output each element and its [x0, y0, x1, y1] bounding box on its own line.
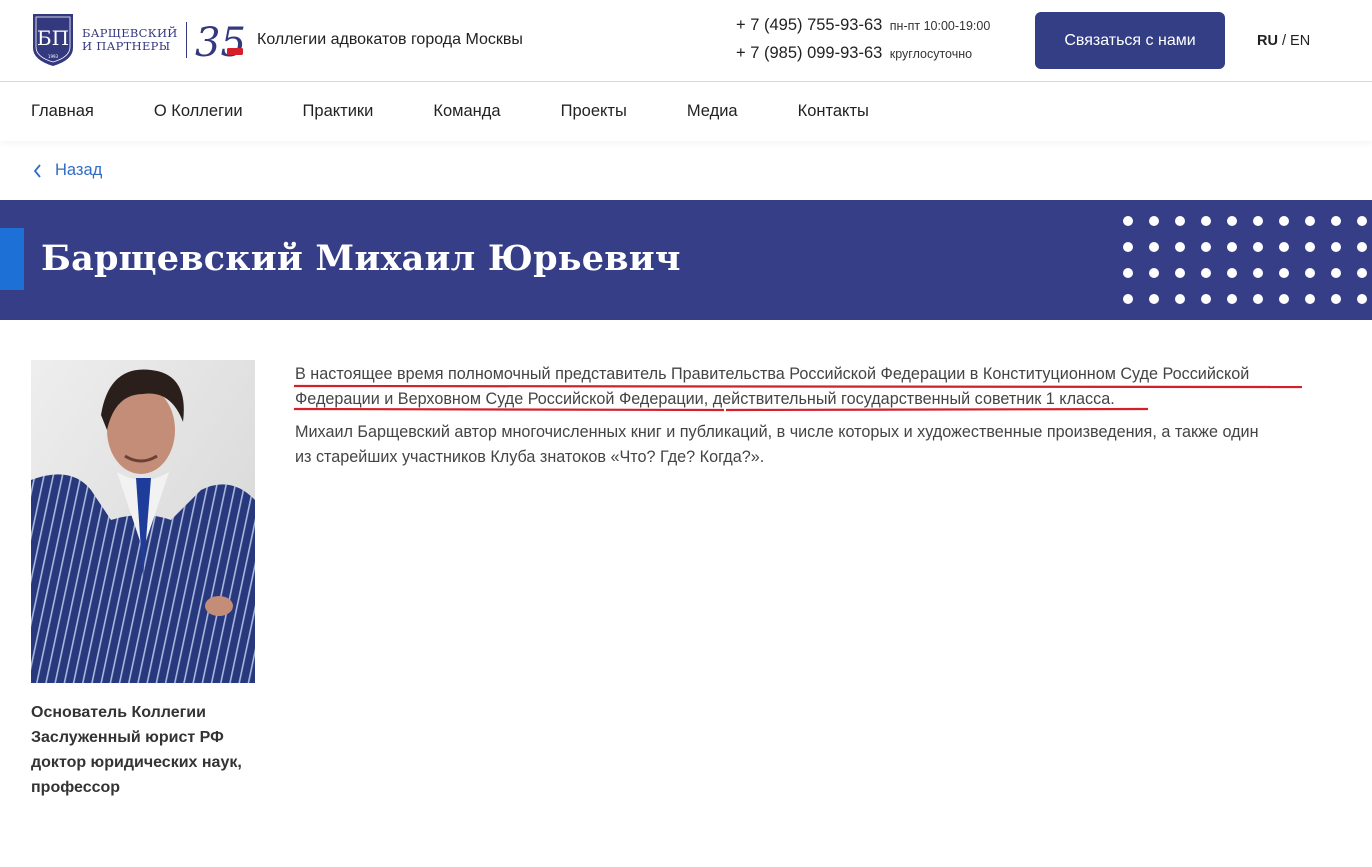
bio-paragraph-2: Михаил Барщевский автор многочисленных к… — [295, 420, 1320, 470]
banner-dot — [1279, 242, 1289, 252]
logo-monogram: БП — [37, 26, 69, 50]
caption-line: доктор юридических наук, — [31, 754, 242, 771]
nav-item-practices[interactable]: Практики — [303, 102, 374, 121]
banner-dot — [1331, 268, 1341, 278]
banner-dot — [1357, 294, 1367, 304]
banner-dot — [1331, 294, 1341, 304]
banner-dot — [1227, 294, 1237, 304]
bio-text: В настоящее время полномочный представит… — [295, 362, 1320, 478]
profile-caption: Основатель Коллегии Заслуженный юрист РФ… — [31, 700, 261, 800]
banner-dot — [1149, 268, 1159, 278]
portrait-image — [31, 360, 255, 683]
phone-row-mobile: + 7 (985) 099-93-63 круглосуточно — [736, 44, 990, 72]
phone-number-office[interactable]: + 7 (495) 755-93-63 — [736, 16, 882, 34]
main-nav: Главная О Коллегии Практики Команда Прое… — [0, 83, 1372, 141]
caption-line: Заслуженный юрист РФ — [31, 729, 224, 746]
phone-number-mobile[interactable]: + 7 (985) 099-93-63 — [736, 44, 882, 62]
dots-pattern-icon — [1123, 216, 1367, 304]
banner-dot — [1305, 268, 1315, 278]
nav-item-about[interactable]: О Коллегии — [154, 102, 243, 121]
banner-dot — [1123, 268, 1133, 278]
banner-dot — [1149, 294, 1159, 304]
banner-dot — [1253, 242, 1263, 252]
banner-dot — [1175, 294, 1185, 304]
logo-year: 1993 — [48, 54, 59, 59]
banner-dot — [1227, 268, 1237, 278]
banner-dot — [1201, 242, 1211, 252]
contact-us-button[interactable]: Связаться с нами — [1035, 12, 1225, 69]
banner-dot — [1149, 242, 1159, 252]
title-banner: Барщевский Михаил Юрьевич — [0, 200, 1372, 320]
logo-name: БАРЩЕВСКИЙ И ПАРТНЕРЫ — [82, 27, 178, 53]
caption-line: Основатель Коллегии — [31, 704, 206, 721]
nav-item-contacts[interactable]: Контакты — [798, 102, 869, 121]
logo-shield-icon: БП 1993 — [33, 14, 73, 66]
phone-hours-mobile: круглосуточно — [889, 47, 973, 61]
banner-dot — [1279, 268, 1289, 278]
banner-dot — [1305, 242, 1315, 252]
back-link[interactable]: Назад — [33, 161, 102, 180]
banner-dot — [1123, 294, 1133, 304]
banner-dot — [1201, 268, 1211, 278]
tagline: Коллегии адвокатов города Москвы — [257, 31, 523, 48]
banner-dot — [1253, 268, 1263, 278]
banner-dot — [1123, 242, 1133, 252]
nav-item-home[interactable]: Главная — [31, 102, 94, 121]
banner-dot — [1357, 268, 1367, 278]
banner-dot — [1149, 216, 1159, 226]
language-switcher: RU / EN — [1257, 33, 1310, 49]
banner-dot — [1175, 216, 1185, 226]
site-header: БП 1993 БАРЩЕВСКИЙ И ПАРТНЕРЫ 35 Коллеги… — [0, 0, 1372, 82]
chevron-left-icon — [33, 163, 41, 178]
banner-dot — [1175, 242, 1185, 252]
phone-block: + 7 (495) 755-93-63 пн-пт 10:00-19:00 + … — [736, 16, 990, 72]
banner-dot — [1201, 216, 1211, 226]
lang-en-link[interactable]: EN — [1290, 33, 1310, 49]
banner-dot — [1279, 294, 1289, 304]
phone-hours-office: пн-пт 10:00-19:00 — [889, 19, 991, 33]
nav-item-team[interactable]: Команда — [433, 102, 500, 121]
nav-item-media[interactable]: Медиа — [687, 102, 738, 121]
banner-dot — [1357, 242, 1367, 252]
portrait-photo — [31, 360, 255, 683]
banner-dot — [1357, 216, 1367, 226]
banner-dot — [1253, 294, 1263, 304]
banner-dot — [1227, 216, 1237, 226]
lang-separator: / — [1281, 33, 1287, 49]
nav-item-projects[interactable]: Проекты — [561, 102, 627, 121]
banner-dot — [1305, 216, 1315, 226]
phone-row-office: + 7 (495) 755-93-63 пн-пт 10:00-19:00 — [736, 16, 990, 44]
banner-dot — [1123, 216, 1133, 226]
nav-list: Главная О Коллегии Практики Команда Прое… — [31, 102, 929, 121]
logo-divider — [185, 22, 187, 58]
banner-dot — [1201, 294, 1211, 304]
logo-anniversary: 35 — [195, 20, 245, 62]
page-title: Барщевский Михаил Юрьевич — [41, 238, 681, 279]
logo[interactable]: БП 1993 БАРЩЕВСКИЙ И ПАРТНЕРЫ 35 — [31, 12, 245, 68]
bio-line: Федерации и Верховном Суде Российской Фе… — [295, 390, 1115, 408]
bio-paragraph-1: В настоящее время полномочный представит… — [295, 362, 1320, 412]
bio-line: В настоящее время полномочный представит… — [295, 365, 1250, 383]
banner-dot — [1279, 216, 1289, 226]
banner-dot — [1305, 294, 1315, 304]
back-label: Назад — [55, 161, 103, 179]
banner-dot — [1253, 216, 1263, 226]
banner-accent-bar — [0, 228, 24, 290]
bio-line: Михаил Барщевский автор многочисленных к… — [295, 423, 1259, 441]
bio-line: из старейших участников Клуба знатоков «… — [295, 448, 765, 466]
banner-dot — [1227, 242, 1237, 252]
logo-line-2: И ПАРТНЕРЫ — [82, 39, 171, 53]
lang-ru-link[interactable]: RU — [1257, 33, 1278, 49]
anniversary-35-icon: 35 — [195, 20, 245, 62]
banner-dot — [1331, 242, 1341, 252]
caption-line: профессор — [31, 779, 121, 796]
banner-dot — [1331, 216, 1341, 226]
banner-dot — [1175, 268, 1185, 278]
